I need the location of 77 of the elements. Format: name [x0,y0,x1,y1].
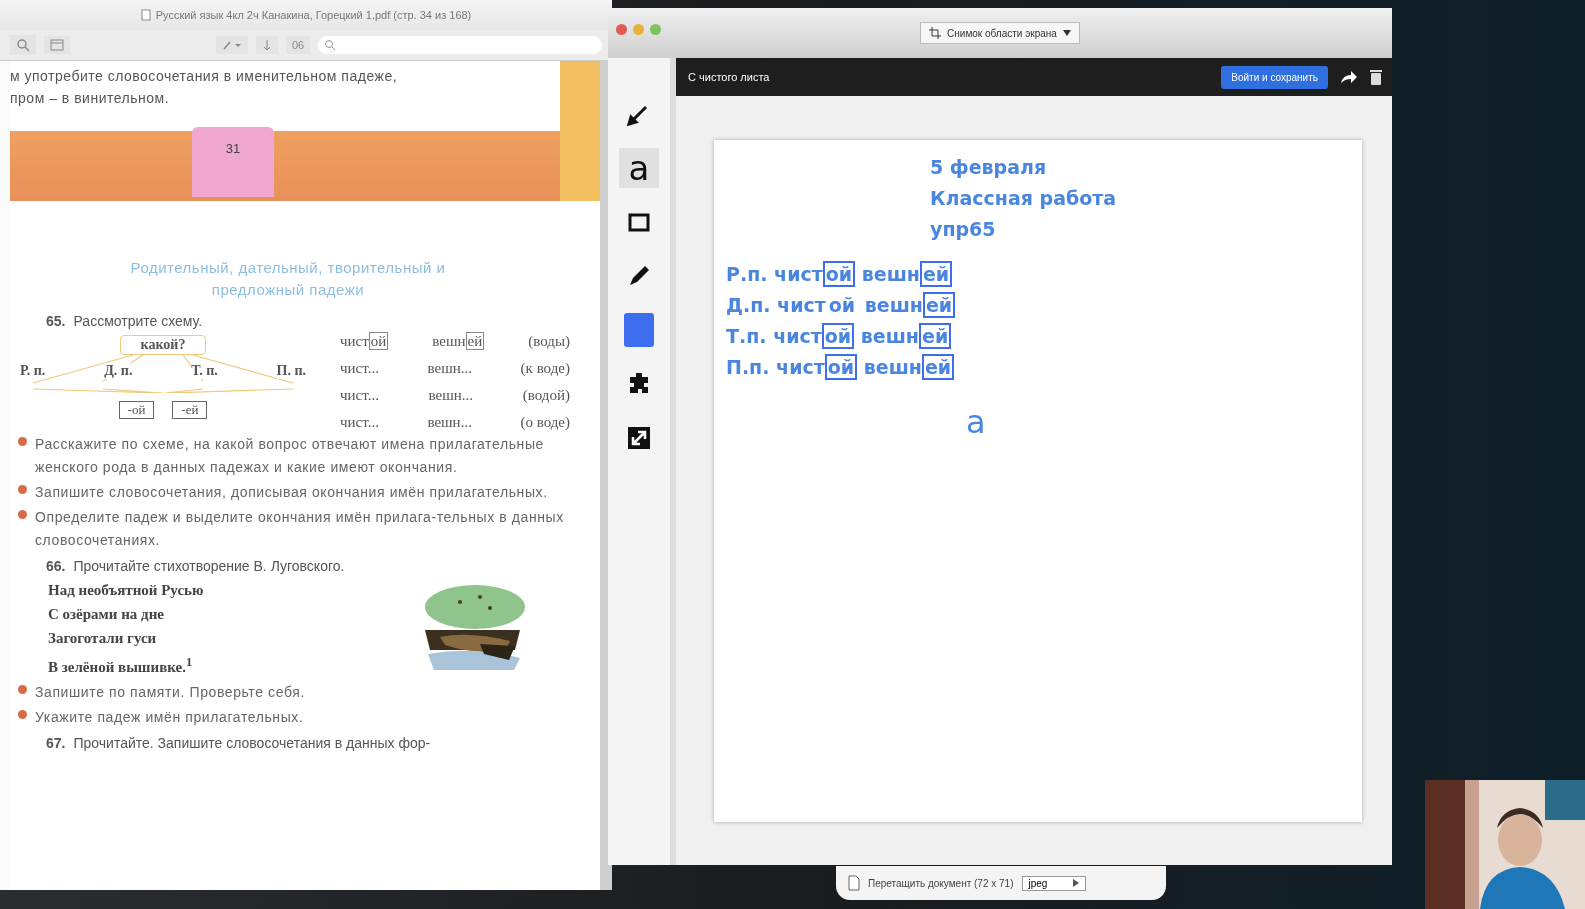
pen-caret-icon [222,39,242,51]
phrase-word: вешн... [427,414,472,431]
phrase-word: вешней [432,333,485,350]
phrase-word: чист... [340,414,379,431]
exercise-number: 65. [46,313,66,329]
exercise-text: Прочитайте. Запишите словосочетания в данных фор- [73,735,431,751]
board-title: С чистого листа [688,71,771,83]
handwritten-text: Р.п. чистой вешн ей [726,259,1362,290]
magnifier-icon [16,38,30,52]
case-label: П. п. [276,363,306,379]
poem-line: Загоготали гуси [48,629,158,648]
handwritten-text: 5 февраля [930,155,1048,180]
ending-label: -ой [118,401,155,419]
task-text: Укажите падеж имён прилагательных. [35,708,304,727]
task-text: Определите падеж и выделите окончания имён прилага-тельных в данных словосочетаниях. [35,508,565,550]
phrase-word: чист... [340,387,379,404]
caret-icon [1062,30,1071,36]
phrase-word: чист... [340,360,379,377]
text-cursor: a [966,403,986,441]
tool-button[interactable]: a [619,148,659,188]
panel-icon [50,39,64,51]
window-control-icon[interactable] [616,24,627,35]
exercise-text: Прочитайте стихотворение В. Луговского. [73,558,345,574]
handwritten-text: упр65 [930,217,997,242]
phrase-word: (о воде) [520,414,570,431]
format-dropdown[interactable]: jpeg [1021,875,1087,891]
task-text: Расскажите по схеме, на какой вопрос отвечают имена прилагательные женского рода в данных падежах и какие имеют окончания. [35,435,545,477]
screenshot-button[interactable]: Снимок области экрана [920,22,1080,44]
phrase-word: вешн... [427,360,472,377]
task-text: Запишите словосочетания, дописывая окончания имён прилагательных. [35,483,548,502]
section-title: Родительный, дательный, творительный и предложный падежи [129,258,447,300]
share-button[interactable] [1340,70,1358,84]
arrow-icon [262,39,272,51]
handwritten-text: Д.п. чистой вешн ей [726,290,1362,321]
drag-label: Перетащить документ (72 x 71) [868,877,1014,889]
task-text: Запишите по памяти. Проверьте себя. [35,683,305,702]
resize-icon [626,425,652,451]
annotate-button[interactable] [216,36,248,54]
poem-line: В зелёной вышивке.$^{1}$ [48,654,194,677]
ending-label: -ей [172,401,208,419]
poem-line: С озёрами на дне [48,605,165,624]
trash-icon [1370,69,1382,85]
exercise-text: Рассмотрите схему. [73,313,203,329]
page-number: 31 [192,127,274,197]
text-line: пром – в винительном. [10,89,171,108]
phrase-word: (водой) [522,387,570,404]
handwritten-text: Классная работа [930,186,1118,211]
window-title: Русский язык 4кл 2ч Канакина, Горецкий 1.pdf (стр. 34 из 168) [155,9,472,21]
bullet-icon [18,485,27,494]
sign-in-button[interactable]: Войти и сохранить [1221,65,1328,89]
phrase-word: (воды) [528,333,570,350]
bullet-icon [18,437,27,446]
exercise-number: 67. [46,735,66,751]
text-line: м употребите словосочетания в именительном падеже, [10,67,399,86]
poem-line: Над необъятной Русью [48,581,204,600]
zoom-button[interactable] [10,35,36,55]
case-label: Д. п. [104,363,133,379]
phrase-word: (к воде) [520,360,570,377]
button-label: Снимок области экрана [947,27,1057,39]
phrase-word: вешн... [428,387,474,404]
delete-button[interactable] [1370,69,1382,85]
handwritten-text: П.п. чистой вешн ей [726,352,1362,383]
bullet-icon [18,710,27,719]
bullet-icon [18,685,27,694]
bullet-icon [18,510,27,519]
phrase-word: чистой [340,333,389,350]
caret-icon [1073,879,1080,887]
search-icon [324,39,337,51]
exercise-number: 66. [46,558,66,574]
share-icon [1340,70,1358,84]
document-icon [848,875,860,891]
document-icon [140,9,151,21]
question-label: какой? [119,335,207,355]
search-field[interactable] [318,36,602,54]
crop-icon [929,27,942,39]
case-label: Т. п. [191,363,218,379]
handwritten-text: Т.п. чистой вешн ей [726,321,1362,352]
